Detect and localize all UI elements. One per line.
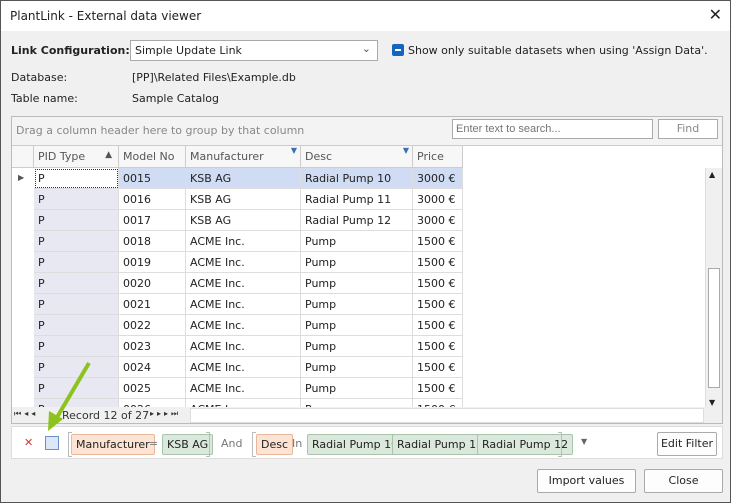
dialog-window: PlantLink - External data viewer ✕ Link … (0, 0, 731, 503)
green-arrow-annotation (48, 361, 91, 431)
